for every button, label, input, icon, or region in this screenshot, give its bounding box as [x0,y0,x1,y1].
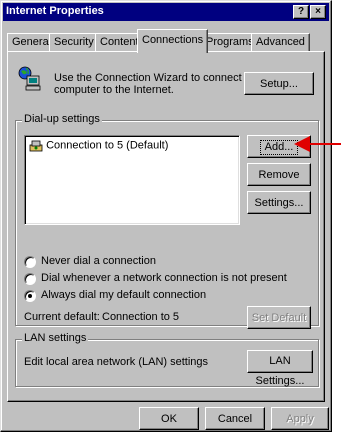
lan-settings-description: Edit local area network (LAN) settings [24,356,209,368]
connections-panel: Use the Connection Wizard to connect you… [7,51,325,402]
list-item[interactable]: Connection to 5 (Default) [29,139,168,154]
wizard-text-line1: Use the Connection Wizard to connect you… [54,72,267,84]
apply-button[interactable]: Apply [271,407,329,430]
lan-settings-button[interactable]: LAN Settings... [247,350,313,387]
dial-whenever-label: Dial whenever a network connection is no… [41,272,287,284]
tab-advanced[interactable]: Advanced [251,33,310,52]
always-dial-radio[interactable] [24,290,36,302]
lan-settings-label: LAN settings [22,332,89,344]
close-button[interactable]: × [310,5,326,19]
never-dial-radio[interactable] [24,256,36,268]
tab-connections[interactable]: Connections [137,29,209,53]
dialup-settings-label: Dial-up settings [22,113,102,125]
dialup-settings-group: Dial-up settings Connection to 5 (Defaul… [15,113,319,329]
title-bar[interactable]: Internet Properties ? × [3,3,329,21]
setup-button[interactable]: Setup... [244,72,314,95]
dialup-connection-icon [29,139,43,152]
internet-properties-dialog: Internet Properties ? × General Security… [0,0,332,432]
connection-settings-button[interactable]: Settings... [247,191,311,214]
remove-connection-button[interactable]: Remove [247,163,311,186]
current-default-label: Current default: [24,311,100,323]
dialup-connection-name: Connection to 5 (Default) [46,139,169,152]
tab-security[interactable]: Security [49,33,99,52]
connection-wizard-icon [18,66,42,92]
current-default-value: Connection to 5 [102,311,180,323]
cancel-button[interactable]: Cancel [205,407,265,430]
wizard-text-line2: computer to the Internet. [54,84,174,96]
tab-strip: General Security Content Connections Pro… [7,29,327,53]
dialup-connections-list[interactable]: Connection to 5 (Default) [24,135,240,225]
dial-whenever-radio[interactable] [24,273,36,285]
lan-settings-group: LAN settings Edit local area network (LA… [15,332,319,387]
help-button[interactable]: ? [293,5,309,19]
annotation-arrow-icon [294,136,341,152]
window-title: Internet Properties [6,5,104,17]
set-default-button[interactable]: Set Default [247,306,311,329]
always-dial-label: Always dial my default connection [41,289,207,301]
ok-button[interactable]: OK [139,407,199,430]
never-dial-label: Never dial a connection [41,255,156,267]
